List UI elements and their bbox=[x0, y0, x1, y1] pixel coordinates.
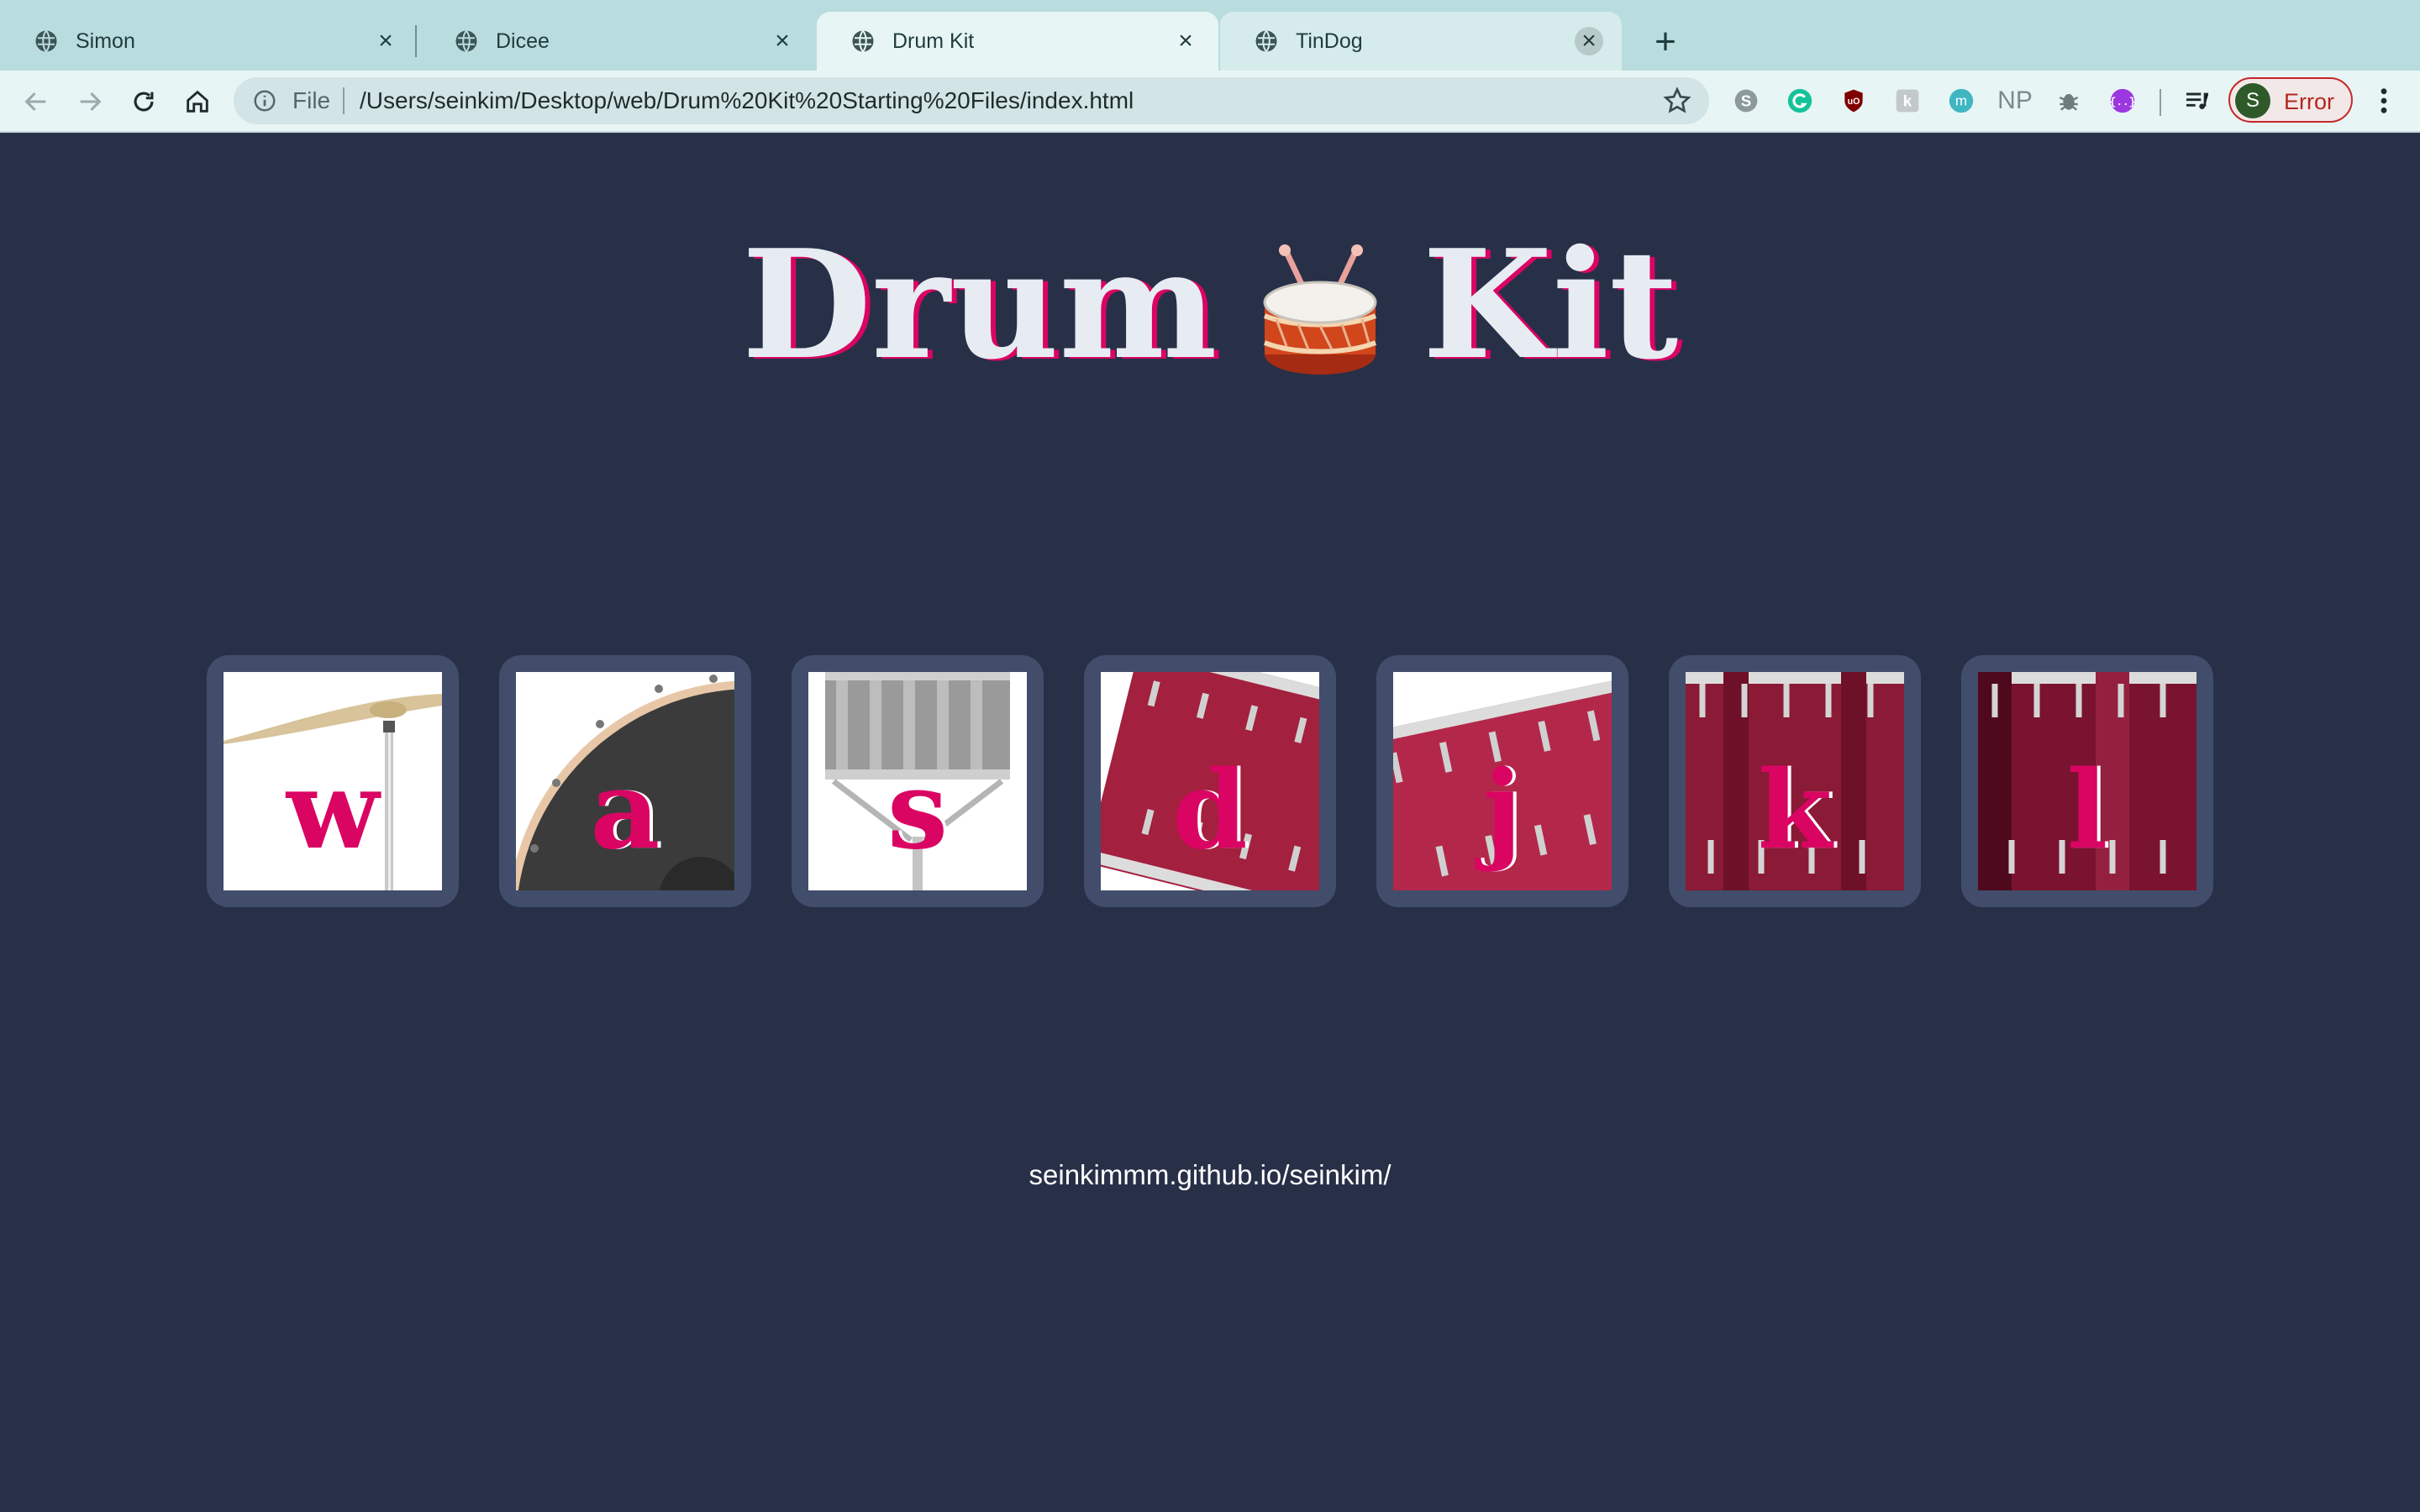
address-bar[interactable]: File /Users/seinkim/Desktop/web/Drum%20K… bbox=[234, 77, 1709, 124]
kami-icon[interactable]: k bbox=[1891, 84, 1924, 118]
crash-image: w bbox=[224, 672, 442, 890]
np-icon[interactable]: NP bbox=[1996, 84, 2033, 118]
drum-emoji-icon bbox=[1261, 238, 1379, 375]
new-tab-button[interactable]: + bbox=[1642, 18, 1689, 66]
drum-button-s[interactable]: s bbox=[792, 655, 1044, 907]
drum-button-k[interactable]: k bbox=[1669, 655, 1921, 907]
drum-key-label: l bbox=[2066, 748, 2108, 874]
kebab-menu-icon bbox=[2381, 88, 2387, 113]
svg-text:uO: uO bbox=[1848, 97, 1860, 107]
close-icon[interactable]: × bbox=[371, 27, 400, 55]
code-icon[interactable]: {..} bbox=[2106, 84, 2139, 118]
bug-icon[interactable] bbox=[2052, 84, 2086, 118]
tab-title: Dicee bbox=[496, 29, 550, 53]
page-title-left: Drum bbox=[741, 217, 1218, 392]
svg-text:k: k bbox=[1903, 92, 1912, 110]
close-icon[interactable]: × bbox=[1171, 27, 1200, 55]
page-title: Drum Kit bbox=[0, 217, 2420, 392]
drum-key-label: d bbox=[1172, 748, 1248, 874]
profile-status: Error bbox=[2284, 89, 2334, 114]
globe-icon bbox=[1255, 29, 1277, 53]
footer-text: seinkimmm.github.io/seinkim/ bbox=[1028, 1159, 1392, 1190]
arrow-left-icon bbox=[24, 92, 46, 112]
close-icon[interactable]: × bbox=[1575, 27, 1603, 55]
profile-button[interactable]: S Error bbox=[2228, 77, 2353, 123]
grammarly-icon[interactable] bbox=[1783, 84, 1817, 118]
drum-button-a[interactable]: a bbox=[499, 655, 751, 907]
drum-button-j[interactable]: j bbox=[1376, 655, 1628, 907]
drum-set: w a s d j k l bbox=[207, 655, 2215, 907]
skype-icon[interactable]: S bbox=[1729, 84, 1763, 118]
address-separator bbox=[343, 87, 345, 114]
tom4-image: l bbox=[1978, 672, 2196, 890]
tab-title: Simon bbox=[76, 29, 135, 53]
tom2-image: j bbox=[1393, 672, 1612, 890]
tab-dicee[interactable]: Dicee × bbox=[420, 12, 815, 71]
tom1-image: d bbox=[1101, 672, 1319, 890]
page-title-right: Kit bbox=[1422, 217, 1679, 392]
tab-simon[interactable]: Simon × bbox=[0, 12, 418, 71]
tab-strip: Simon × Dicee × Drum Kit × TinDog × + bbox=[0, 0, 2420, 71]
kick-bass-image: a bbox=[516, 672, 734, 890]
tab-tindog[interactable]: TinDog × bbox=[1220, 12, 1622, 71]
arrow-right-icon bbox=[80, 92, 102, 112]
drum-key-label: w bbox=[286, 748, 380, 874]
tab-title: Drum Kit bbox=[892, 29, 975, 53]
tab-drum-kit[interactable]: Drum Kit × bbox=[817, 12, 1218, 71]
drum-key-label: j bbox=[1482, 748, 1523, 874]
globe-icon bbox=[852, 29, 874, 53]
home-button[interactable] bbox=[178, 82, 217, 121]
browser-toolbar: File /Users/seinkim/Desktop/web/Drum%20K… bbox=[0, 71, 2420, 133]
back-button[interactable] bbox=[17, 82, 55, 121]
scheme-label: File bbox=[292, 87, 331, 113]
media-controls-icon[interactable] bbox=[2180, 84, 2213, 118]
url-text[interactable]: /Users/seinkim/Desktop/web/Drum%20Kit%20… bbox=[360, 87, 1134, 114]
tab-title: TinDog bbox=[1296, 29, 1363, 53]
drum-button-w[interactable]: w bbox=[207, 655, 459, 907]
svg-text:S: S bbox=[1741, 92, 1751, 110]
info-icon bbox=[254, 90, 276, 112]
svg-text:m: m bbox=[1955, 93, 1967, 109]
tab-separator bbox=[415, 25, 417, 57]
toolbar-separator bbox=[2160, 89, 2161, 116]
drum-button-l[interactable]: l bbox=[1961, 655, 2213, 907]
svg-text:{..}: {..} bbox=[2110, 96, 2136, 108]
drum-key-label: k bbox=[1757, 748, 1833, 874]
avatar: S bbox=[2235, 83, 2270, 118]
tom3-image: k bbox=[1686, 672, 1904, 890]
home-icon bbox=[187, 90, 208, 113]
drum-key-label: a bbox=[590, 748, 660, 874]
ublock-icon[interactable]: uO bbox=[1837, 84, 1870, 118]
bookmark-star-icon[interactable] bbox=[1662, 86, 1692, 116]
reload-icon bbox=[134, 92, 154, 112]
forward-button[interactable] bbox=[71, 82, 109, 121]
mercury-icon[interactable]: m bbox=[1944, 84, 1978, 118]
close-icon[interactable]: × bbox=[768, 27, 797, 55]
reload-button[interactable] bbox=[124, 82, 163, 121]
globe-icon bbox=[455, 29, 477, 53]
globe-icon bbox=[35, 29, 57, 53]
snare-image: s bbox=[808, 672, 1027, 890]
more-menu-button[interactable] bbox=[2371, 84, 2396, 118]
drum-key-label: s bbox=[886, 748, 949, 874]
drum-button-d[interactable]: d bbox=[1084, 655, 1336, 907]
